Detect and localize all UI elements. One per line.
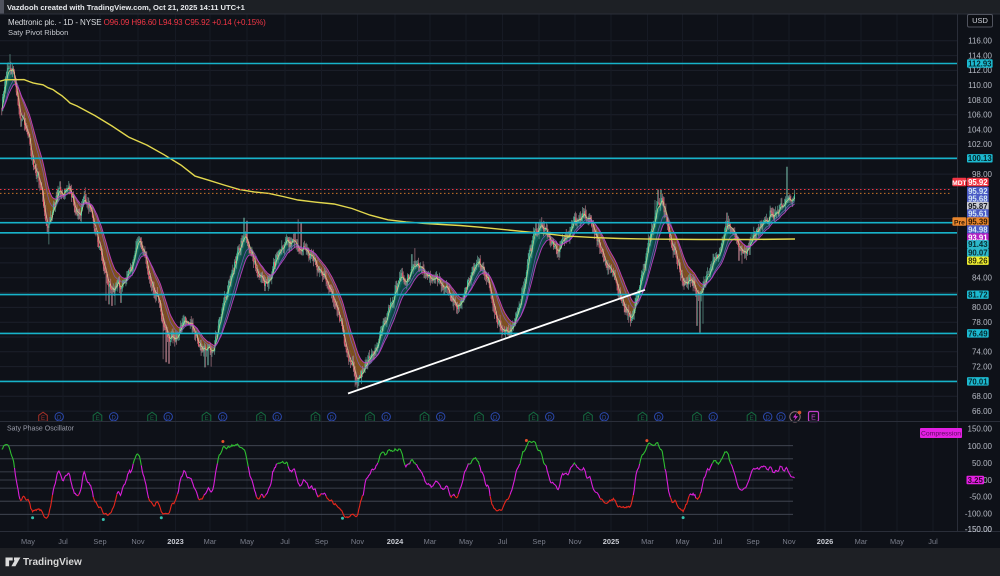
svg-text:Compression: Compression (921, 431, 961, 438)
svg-text:Nov: Nov (782, 537, 795, 546)
svg-text:D: D (57, 415, 62, 421)
svg-text:Saty Pivot Ribbon: Saty Pivot Ribbon (8, 28, 68, 37)
svg-text:76.49: 76.49 (968, 329, 988, 338)
svg-text:Vazdooh created with TradingVi: Vazdooh created with TradingView.com, Oc… (7, 3, 246, 12)
svg-text:MDT: MDT (952, 180, 967, 187)
svg-text:May: May (890, 537, 904, 546)
svg-text:D: D (112, 415, 117, 421)
svg-text:80.00: 80.00 (972, 303, 993, 312)
svg-text:Jul: Jul (280, 537, 290, 546)
svg-text:D: D (711, 415, 716, 421)
svg-text:Sep: Sep (315, 537, 328, 546)
svg-text:May: May (240, 537, 254, 546)
svg-text:D: D (439, 415, 444, 421)
svg-text:Pre: Pre (954, 219, 965, 226)
svg-text:72.00: 72.00 (972, 362, 993, 371)
svg-text:D: D (548, 415, 553, 421)
svg-text:108.00: 108.00 (968, 96, 993, 105)
svg-text:Mar: Mar (641, 537, 654, 546)
svg-text:2023: 2023 (167, 537, 183, 546)
svg-text:Nov: Nov (131, 537, 144, 546)
svg-text:102.00: 102.00 (968, 140, 993, 149)
svg-text:D: D (384, 415, 389, 421)
svg-text:D: D (166, 415, 171, 421)
svg-text:D: D (330, 415, 335, 421)
svg-text:Nov: Nov (351, 537, 364, 546)
svg-text:D: D (221, 415, 226, 421)
svg-text:116.00: 116.00 (968, 37, 992, 46)
svg-text:May: May (21, 537, 35, 546)
svg-text:D: D (602, 415, 607, 421)
svg-text:Mar: Mar (424, 537, 437, 546)
svg-text:89.26: 89.26 (968, 257, 988, 266)
svg-text:Sep: Sep (532, 537, 545, 546)
svg-text:106.00: 106.00 (968, 111, 993, 120)
svg-text:110.00: 110.00 (968, 81, 992, 90)
svg-text:D: D (275, 415, 280, 421)
svg-text:Jul: Jul (928, 537, 938, 546)
svg-text:Jul: Jul (58, 537, 68, 546)
svg-text:Medtronic plc. - 1D - NYSE O9: Medtronic plc. - 1D - NYSE O96.09 H96.60… (8, 18, 266, 27)
svg-text:50.00: 50.00 (972, 459, 993, 468)
svg-text:68.00: 68.00 (972, 392, 993, 401)
svg-text:D: D (493, 415, 498, 421)
svg-text:112.93: 112.93 (968, 59, 992, 68)
svg-text:66.00: 66.00 (972, 407, 993, 416)
svg-text:70.01: 70.01 (968, 377, 988, 386)
svg-text:100.00: 100.00 (968, 442, 993, 451)
svg-text:D: D (657, 415, 662, 421)
svg-text:TradingView: TradingView (23, 557, 82, 568)
svg-text:E: E (811, 415, 816, 422)
svg-text:150.00: 150.00 (968, 424, 993, 433)
svg-text:100.13: 100.13 (968, 154, 993, 163)
svg-text:USD: USD (972, 16, 988, 25)
svg-text:Sep: Sep (746, 537, 759, 546)
svg-text:D: D (766, 415, 771, 421)
svg-text:Saty Phase Oscillator: Saty Phase Oscillator (7, 426, 75, 433)
svg-text:104.00: 104.00 (968, 125, 993, 134)
svg-text:74.00: 74.00 (972, 348, 993, 357)
svg-text:84.00: 84.00 (972, 274, 993, 283)
svg-text:May: May (459, 537, 473, 546)
svg-text:Jul: Jul (498, 537, 508, 546)
svg-text:Jul: Jul (713, 537, 723, 546)
svg-text:Sep: Sep (93, 537, 106, 546)
svg-text:May: May (676, 537, 690, 546)
svg-text:81.72: 81.72 (968, 291, 988, 300)
svg-text:3.25: 3.25 (968, 476, 984, 485)
svg-text:95.92: 95.92 (968, 178, 988, 187)
svg-text:-150.00: -150.00 (965, 525, 993, 534)
svg-text:2026: 2026 (817, 537, 833, 546)
svg-text:2024: 2024 (387, 537, 404, 546)
svg-text:Mar: Mar (204, 537, 217, 546)
svg-text:D: D (779, 415, 784, 421)
svg-text:78.00: 78.00 (972, 318, 993, 327)
svg-text:Mar: Mar (855, 537, 868, 546)
svg-text:Nov: Nov (568, 537, 581, 546)
svg-text:2025: 2025 (603, 537, 619, 546)
svg-text:-100.00: -100.00 (965, 509, 993, 518)
svg-text:-50.00: -50.00 (969, 492, 992, 501)
